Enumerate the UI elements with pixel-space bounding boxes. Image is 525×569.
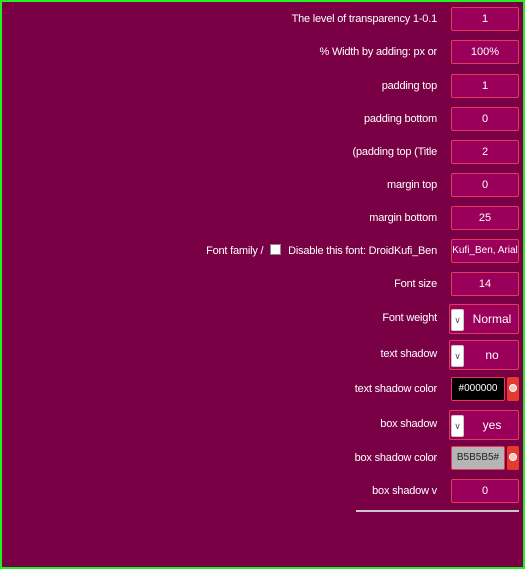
font-weight-value: Normal: [472, 312, 512, 326]
disable-font-label: Disable this font: DroidKufi_Ben: [288, 245, 437, 257]
row-padding-bottom: padding bottom 0: [2, 107, 519, 131]
width-input[interactable]: 100%: [451, 40, 519, 64]
row-width: % Width by adding: px or 100%: [2, 40, 519, 64]
chevron-down-icon: ∨: [451, 345, 464, 367]
padding-top-input[interactable]: 1: [451, 74, 519, 98]
box-shadow-value: yes: [482, 418, 502, 432]
box-shadow-v-input[interactable]: 0: [451, 479, 519, 503]
row-padding-top: padding top 1: [2, 74, 519, 98]
text-shadow-label: text shadow: [380, 348, 437, 360]
margin-top-label: margin top: [387, 179, 437, 191]
box-shadow-color-label: box shadow color: [354, 452, 438, 464]
margin-top-input[interactable]: 0: [451, 173, 519, 197]
font-weight-label: Font weight: [382, 312, 437, 324]
font-family-input[interactable]: Kufi_Ben, Arial: [451, 239, 519, 263]
padding-top-title-label: (padding top (Title: [352, 146, 438, 158]
margin-bottom-input[interactable]: 25: [451, 206, 519, 230]
transparency-input[interactable]: 1: [451, 7, 519, 31]
text-shadow-color-label: text shadow color: [354, 383, 437, 395]
row-box-shadow-v: box shadow v 0: [2, 479, 519, 503]
padding-bottom-input[interactable]: 0: [451, 107, 519, 131]
chevron-down-icon: ∨: [451, 309, 464, 331]
transparency-label: The level of transparency 1-0.1: [291, 13, 438, 25]
row-margin-bottom: margin bottom 25: [2, 206, 519, 230]
padding-top-title-input[interactable]: 2: [451, 140, 519, 164]
font-weight-select[interactable]: ∨ Normal: [449, 304, 519, 334]
margin-bottom-label: margin bottom: [369, 212, 437, 224]
row-font-family: Font family / Disable this font: DroidKu…: [2, 239, 519, 263]
row-box-shadow: box shadow ∨ yes: [2, 410, 519, 440]
width-label: % Width by adding: px or: [319, 46, 438, 58]
divider: [356, 510, 519, 512]
font-size-label: Font size: [394, 278, 437, 290]
box-shadow-select[interactable]: ∨ yes: [449, 410, 519, 440]
padding-top-label: padding top: [381, 80, 438, 92]
chevron-down-icon: ∨: [451, 415, 464, 437]
font-family-label-group: Font family / Disable this font: DroidKu…: [206, 239, 437, 263]
text-shadow-color-input[interactable]: #000000: [451, 377, 505, 401]
font-family-label: Font family /: [206, 245, 264, 257]
row-transparency: The level of transparency 1-0.1 1: [2, 7, 519, 31]
row-box-shadow-color: box shadow color B5B5B5#: [2, 446, 519, 470]
disable-font-checkbox[interactable]: [270, 244, 282, 255]
row-padding-top-title: (padding top (Title 2: [2, 140, 519, 164]
row-font-weight: Font weight ∨ Normal: [2, 304, 519, 334]
text-shadow-select[interactable]: ∨ no: [449, 340, 519, 370]
color-picker-icon[interactable]: [507, 377, 519, 401]
row-text-shadow-color: text shadow color #000000: [2, 377, 519, 401]
box-shadow-color-input[interactable]: B5B5B5#: [451, 446, 505, 470]
color-picker-icon[interactable]: [507, 446, 519, 470]
padding-bottom-label: padding bottom: [363, 113, 437, 125]
row-text-shadow: text shadow ∨ no: [2, 340, 519, 370]
row-font-size: Font size 14: [2, 272, 519, 296]
text-shadow-value: no: [485, 348, 499, 362]
box-shadow-v-label: box shadow v: [372, 485, 437, 497]
box-shadow-label: box shadow: [380, 418, 437, 430]
row-margin-top: margin top 0: [2, 173, 519, 197]
font-size-input[interactable]: 14: [451, 272, 519, 296]
